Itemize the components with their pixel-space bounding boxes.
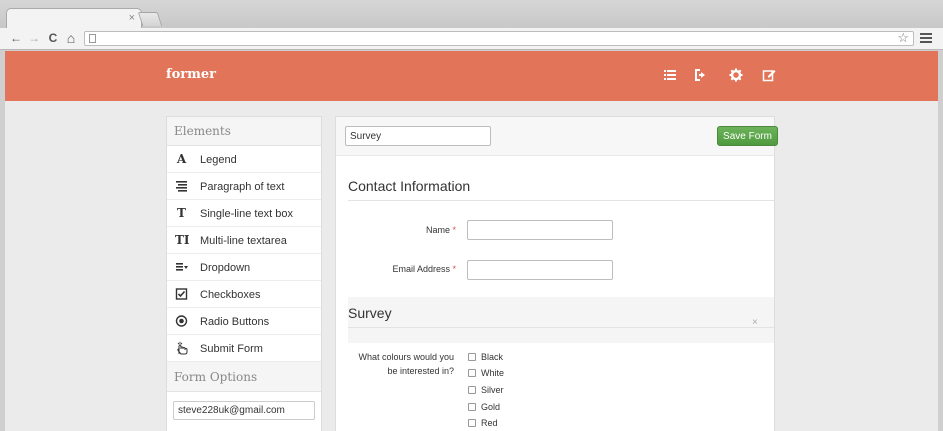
sidebar-item-label: Paragraph of text [200, 181, 285, 193]
required-marker: * [452, 264, 456, 274]
sidebar-item-submit[interactable]: Submit Form [167, 335, 321, 362]
survey-section[interactable]: Survey × [348, 297, 774, 343]
email-field[interactable] [173, 401, 315, 420]
form-builder-panel: Save Form Contact Information Name * Ema… [335, 116, 778, 431]
browser-menu-icon[interactable] [920, 31, 932, 46]
required-marker: * [452, 225, 456, 235]
section-divider [348, 327, 774, 328]
checkbox[interactable] [468, 353, 476, 361]
email-field-label: Email Address * [356, 264, 456, 274]
option-label: Red [481, 418, 498, 428]
sidebar-item-label: Radio Buttons [200, 316, 270, 328]
gear-icon[interactable] [729, 68, 743, 82]
page-icon [89, 34, 96, 43]
option-label: Gold [481, 402, 501, 412]
text-box-icon: T [177, 206, 186, 220]
option-label: Black [481, 352, 504, 362]
sidebar-item-label: Checkboxes [200, 289, 261, 301]
sidebar-item-label: Multi-line textarea [200, 235, 287, 247]
checkbox-icon [175, 287, 188, 301]
form-options-heading: Form Options [167, 362, 321, 392]
question-label: What colours would you be interested in? [358, 352, 454, 376]
sidebar-item-legend[interactable]: A Legend [167, 146, 321, 173]
elements-heading: Elements [167, 117, 321, 146]
name-label-text: Name [425, 225, 450, 235]
page: former Elements A Legend Paragraph of te… [5, 51, 938, 431]
edit-icon[interactable] [762, 68, 776, 82]
brand-logo[interactable]: former [166, 67, 216, 82]
hand-pointer-icon [175, 341, 188, 355]
elements-sidebar: Elements A Legend Paragraph of text T Si… [166, 116, 322, 431]
radio-icon [175, 314, 188, 328]
back-icon[interactable]: ← [9, 30, 23, 46]
dropdown-icon [175, 260, 188, 274]
bookmark-star-icon[interactable]: ☆ [897, 30, 909, 46]
paragraph-icon [175, 179, 188, 193]
list-icon[interactable] [663, 68, 677, 82]
name-field-label: Name * [356, 225, 456, 235]
sidebar-item-radio[interactable]: Radio Buttons [167, 308, 321, 335]
section-title-contact: Contact Information [348, 178, 471, 194]
browser-toolbar: ← → C ⌂ ☆ [0, 28, 943, 50]
checkbox[interactable] [468, 403, 476, 411]
sidebar-item-label: Single-line text box [200, 208, 293, 220]
new-tab-button[interactable] [137, 12, 163, 26]
sidebar-item-paragraph[interactable]: Paragraph of text [167, 173, 321, 200]
reload-icon[interactable]: C [46, 30, 60, 46]
email-address-input[interactable] [467, 260, 613, 280]
remove-section-icon[interactable]: × [752, 317, 758, 328]
name-input[interactable] [467, 220, 613, 240]
sign-out-icon[interactable] [694, 68, 708, 82]
sidebar-item-multi-line[interactable]: TI Multi-line textarea [167, 227, 321, 254]
browser-tabstrip: × [0, 0, 943, 28]
home-icon[interactable]: ⌂ [64, 30, 78, 46]
sidebar-item-dropdown[interactable]: Dropdown [167, 254, 321, 281]
form-name-input[interactable] [345, 126, 491, 146]
section-divider [348, 200, 774, 201]
browser-tab[interactable]: × [6, 8, 142, 28]
tab-close-icon[interactable]: × [129, 11, 135, 25]
email-label-text: Email Address [392, 264, 450, 274]
legend-icon: A [176, 152, 187, 166]
form-header: Save Form [336, 117, 778, 156]
app-header: former [5, 51, 938, 101]
save-form-button[interactable]: Save Form [717, 126, 778, 146]
checkbox[interactable] [468, 386, 476, 394]
section-title-survey: Survey [348, 305, 392, 321]
sidebar-item-label: Legend [200, 154, 237, 166]
option-label: Silver [481, 385, 504, 395]
sidebar-item-checkboxes[interactable]: Checkboxes [167, 281, 321, 308]
sidebar-item-single-line[interactable]: T Single-line text box [167, 200, 321, 227]
checkbox[interactable] [468, 419, 476, 427]
textarea-icon: TI [175, 233, 190, 247]
address-bar[interactable]: ☆ [84, 30, 914, 46]
sidebar-item-label: Submit Form [200, 343, 263, 355]
forward-icon[interactable]: → [27, 30, 41, 46]
option-label: White [481, 368, 505, 378]
checkbox[interactable] [468, 369, 476, 377]
sidebar-item-label: Dropdown [200, 262, 251, 274]
